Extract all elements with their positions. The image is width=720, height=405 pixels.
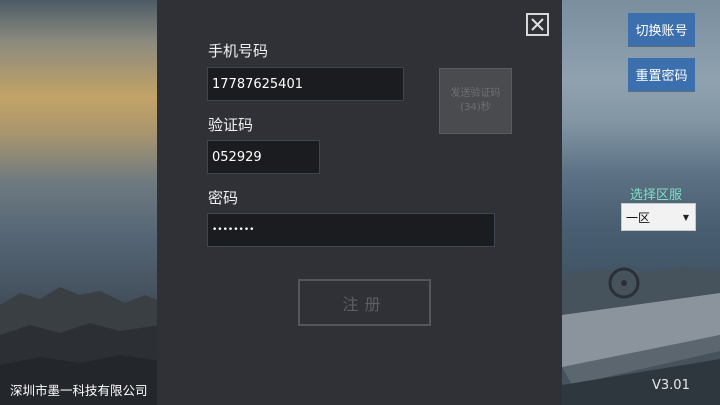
- switch-account-button[interactable]: 切换账号: [628, 13, 695, 46]
- send-code-label: 发送验证码: [450, 88, 501, 99]
- chevron-down-icon: ▼: [682, 212, 689, 222]
- server-select[interactable]: 一区 ▼: [621, 203, 696, 231]
- background-aircraft: [562, 267, 720, 405]
- phone-input[interactable]: 17787625401: [207, 67, 404, 101]
- password-input[interactable]: ••••••••: [207, 213, 495, 247]
- company-name: 深圳市墨一科技有限公司: [10, 383, 148, 398]
- server-select-value: 一区: [626, 210, 651, 225]
- code-input[interactable]: 052929: [207, 140, 320, 174]
- send-code-button[interactable]: 发送验证码 (34)秒: [439, 68, 512, 134]
- password-label: 密码: [208, 189, 239, 207]
- close-icon: [531, 18, 544, 31]
- register-button[interactable]: 注册: [298, 279, 431, 326]
- server-select-label: 选择区服: [630, 188, 683, 203]
- close-button[interactable]: [526, 13, 549, 36]
- version-label: V3.01: [652, 378, 690, 393]
- phone-label: 手机号码: [208, 42, 269, 60]
- reset-password-button[interactable]: 重置密码: [628, 58, 695, 91]
- code-label: 验证码: [208, 116, 254, 134]
- send-code-countdown: (34)秒: [460, 102, 491, 113]
